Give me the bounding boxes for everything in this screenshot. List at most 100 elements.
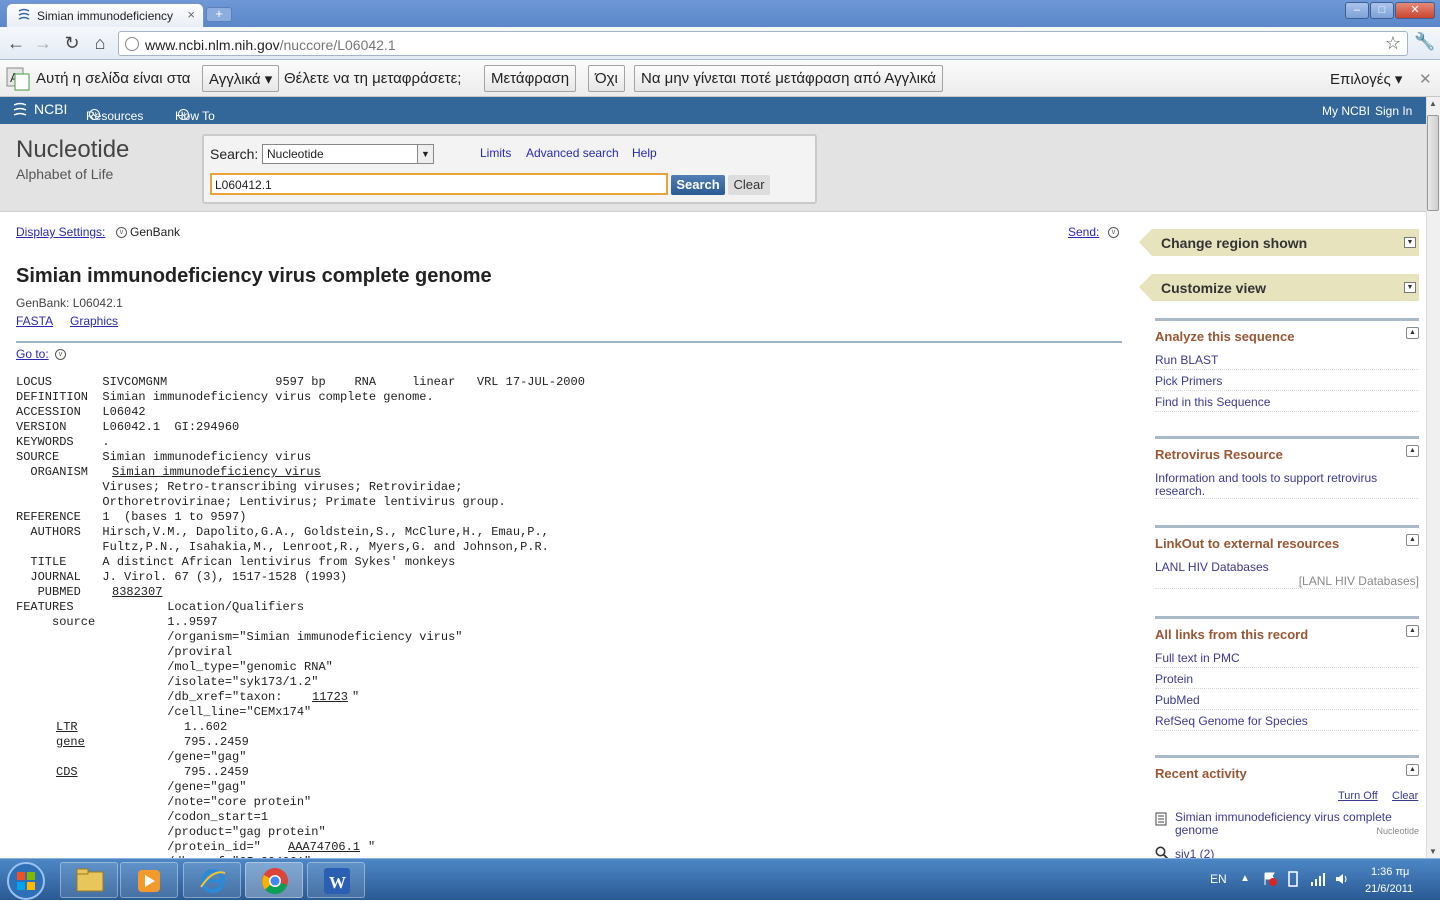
internet-explorer-taskbar-icon[interactable] xyxy=(183,862,241,898)
limits-link[interactable]: Limits xyxy=(480,146,511,160)
collapse-icon[interactable]: ▲ xyxy=(1406,445,1419,457)
fasta-link[interactable]: FASTA xyxy=(16,314,53,328)
chrome-taskbar-icon[interactable] xyxy=(245,862,303,898)
turn-off-link[interactable]: Turn Off xyxy=(1338,790,1378,802)
taxon-link[interactable]: 11723 xyxy=(312,690,348,705)
clear-history-link[interactable]: Clear xyxy=(1392,790,1418,802)
sign-in-link[interactable]: Sign In xyxy=(1375,104,1412,118)
help-link[interactable]: Help xyxy=(632,146,657,160)
search-input[interactable]: L060412.1 xyxy=(210,173,668,195)
close-window-button[interactable]: ✕ xyxy=(1395,2,1435,19)
address-bar[interactable]: www.ncbi.nlm.nih.gov/nuccore/L06042.1 ☆ xyxy=(118,31,1408,56)
chevron-down-icon[interactable]: v xyxy=(116,227,127,238)
chevron-down-icon[interactable]: v xyxy=(1108,227,1119,238)
no-button[interactable]: Όχι xyxy=(588,65,625,92)
language-select[interactable]: Αγγλικά ▾ xyxy=(202,65,280,92)
tab-close-icon[interactable]: × xyxy=(187,7,195,22)
search-label: Search: xyxy=(210,146,259,162)
gene-feature-link[interactable]: gene xyxy=(56,735,85,750)
action-center-flag-icon[interactable] xyxy=(1262,871,1278,887)
forward-icon[interactable]: → xyxy=(32,32,54,54)
section-title: Retrovirus Resource xyxy=(1155,447,1283,462)
flatfile-line: KEYWORDS . xyxy=(16,435,110,449)
media-player-taskbar-icon[interactable] xyxy=(120,862,178,898)
database-select[interactable]: Nucleotide ▼ xyxy=(262,144,434,164)
pubmed-link[interactable]: 8382307 xyxy=(112,585,162,600)
bookmark-star-icon[interactable]: ☆ xyxy=(1385,33,1401,54)
minimize-button[interactable]: – xyxy=(1345,2,1369,19)
scroll-up-icon[interactable]: ▲ xyxy=(1429,99,1437,108)
linkout-source: [LANL HIV Databases] xyxy=(1155,574,1419,589)
options-menu[interactable]: Επιλογές ▾ xyxy=(1330,70,1402,88)
chevron-down-icon[interactable]: v xyxy=(55,349,66,360)
collapse-icon[interactable]: ▲ xyxy=(1406,764,1419,776)
vertical-scrollbar[interactable] xyxy=(1426,97,1440,858)
protein-id-link[interactable]: AAA74706.1 xyxy=(288,840,360,855)
lanl-hiv-link[interactable]: LANL HIV Databases xyxy=(1155,560,1269,574)
new-tab-button[interactable]: + xyxy=(206,7,232,22)
wrench-menu-icon[interactable]: 🔧 xyxy=(1414,32,1435,52)
home-icon[interactable]: ⌂ xyxy=(89,32,111,54)
flatfile-line: /cell_line="CEMx174" xyxy=(16,705,312,719)
change-region-panel[interactable]: Change region shown ▼ xyxy=(1139,229,1419,256)
volume-icon[interactable] xyxy=(1334,871,1350,887)
flatfile-line: /gene="gag" xyxy=(16,750,247,764)
ncbi-logo-text[interactable]: NCBI xyxy=(34,101,67,117)
goto-link[interactable]: Go to: xyxy=(16,347,49,361)
recent-search-link[interactable]: siv1 (2) xyxy=(1175,847,1214,858)
full-text-pmc-link[interactable]: Full text in PMC xyxy=(1155,651,1419,668)
scroll-down-icon[interactable]: ▼ xyxy=(1429,847,1437,856)
recent-item-link[interactable]: Simian immunodeficiency virus complete xyxy=(1175,810,1392,824)
graphics-link[interactable]: Graphics xyxy=(70,314,118,328)
ltr-feature-link[interactable]: LTR xyxy=(56,720,78,735)
never-translate-button[interactable]: Να μην γίνεται ποτέ μετάφραση από Αγγλικ… xyxy=(634,65,943,92)
network-icon[interactable] xyxy=(1310,871,1326,887)
language-indicator[interactable]: EN xyxy=(1210,872,1227,886)
retrovirus-desc[interactable]: research. xyxy=(1155,484,1419,499)
protein-link[interactable]: Protein xyxy=(1155,672,1419,689)
back-icon[interactable]: ← xyxy=(5,32,27,54)
translate-button[interactable]: Μετάφραση xyxy=(484,65,577,92)
advanced-search-link[interactable]: Advanced search xyxy=(526,146,619,160)
word-taskbar-icon[interactable]: W xyxy=(307,862,365,898)
usb-device-icon[interactable] xyxy=(1286,871,1300,887)
maximize-button[interactable]: □ xyxy=(1370,2,1394,19)
clear-button[interactable]: Clear xyxy=(728,175,770,195)
search-button[interactable]: Search xyxy=(671,175,725,195)
retrovirus-desc[interactable]: Information and tools to support retrovi… xyxy=(1155,471,1377,485)
organism-link[interactable]: Simian immunodeficiency virus xyxy=(112,465,321,480)
pubmed-sidebar-link[interactable]: PubMed xyxy=(1155,693,1419,710)
flatfile-line xyxy=(16,765,52,780)
customize-view-panel[interactable]: Customize view ▼ xyxy=(1139,274,1419,301)
page-info-icon[interactable] xyxy=(125,37,139,51)
my-ncbi-link[interactable]: My NCBI xyxy=(1322,104,1370,118)
format-label: GenBank xyxy=(130,225,181,239)
display-settings-link[interactable]: Display Settings: xyxy=(16,225,105,239)
flatfile-line: ACCESSION L06042 xyxy=(16,405,146,419)
refseq-genome-link[interactable]: RefSeq Genome for Species xyxy=(1155,714,1419,731)
explorer-taskbar-icon[interactable] xyxy=(60,862,118,898)
retrovirus-section: Retrovirus Resource ▲ Information and to… xyxy=(1155,436,1419,506)
section-title: LinkOut to external resources xyxy=(1155,536,1340,551)
start-button-icon[interactable] xyxy=(6,861,46,901)
pick-primers-link[interactable]: Pick Primers xyxy=(1155,374,1419,391)
show-hidden-icons-icon[interactable]: ▲ xyxy=(1240,873,1250,884)
clock-date[interactable]: 21/6/2011 xyxy=(1365,883,1413,895)
gene-location: 795..2459 xyxy=(184,735,249,749)
reload-icon[interactable]: ↻ xyxy=(61,32,83,54)
collapse-icon[interactable]: ▲ xyxy=(1406,534,1419,546)
find-in-sequence-link[interactable]: Find in this Sequence xyxy=(1155,395,1419,412)
analyze-section: Analyze this sequence ▲ Run BLAST Pick P… xyxy=(1155,318,1419,413)
collapse-icon[interactable]: ▲ xyxy=(1406,327,1419,339)
scrollbar-thumb[interactable] xyxy=(1427,115,1439,211)
clock-time[interactable]: 1:36 πμ xyxy=(1371,866,1409,878)
run-blast-link[interactable]: Run BLAST xyxy=(1155,353,1419,370)
close-infobar-icon[interactable]: ✕ xyxy=(1419,70,1432,88)
recent-item-link[interactable]: genome xyxy=(1175,823,1218,837)
send-link[interactable]: Send: xyxy=(1068,225,1099,239)
cds-feature-link[interactable]: CDS xyxy=(56,765,78,780)
browser-tab[interactable]: Simian immunodeficiency × xyxy=(6,3,204,27)
section-title: Recent activity xyxy=(1155,766,1247,781)
collapse-icon[interactable]: ▲ xyxy=(1406,625,1419,637)
divider xyxy=(16,341,1122,343)
